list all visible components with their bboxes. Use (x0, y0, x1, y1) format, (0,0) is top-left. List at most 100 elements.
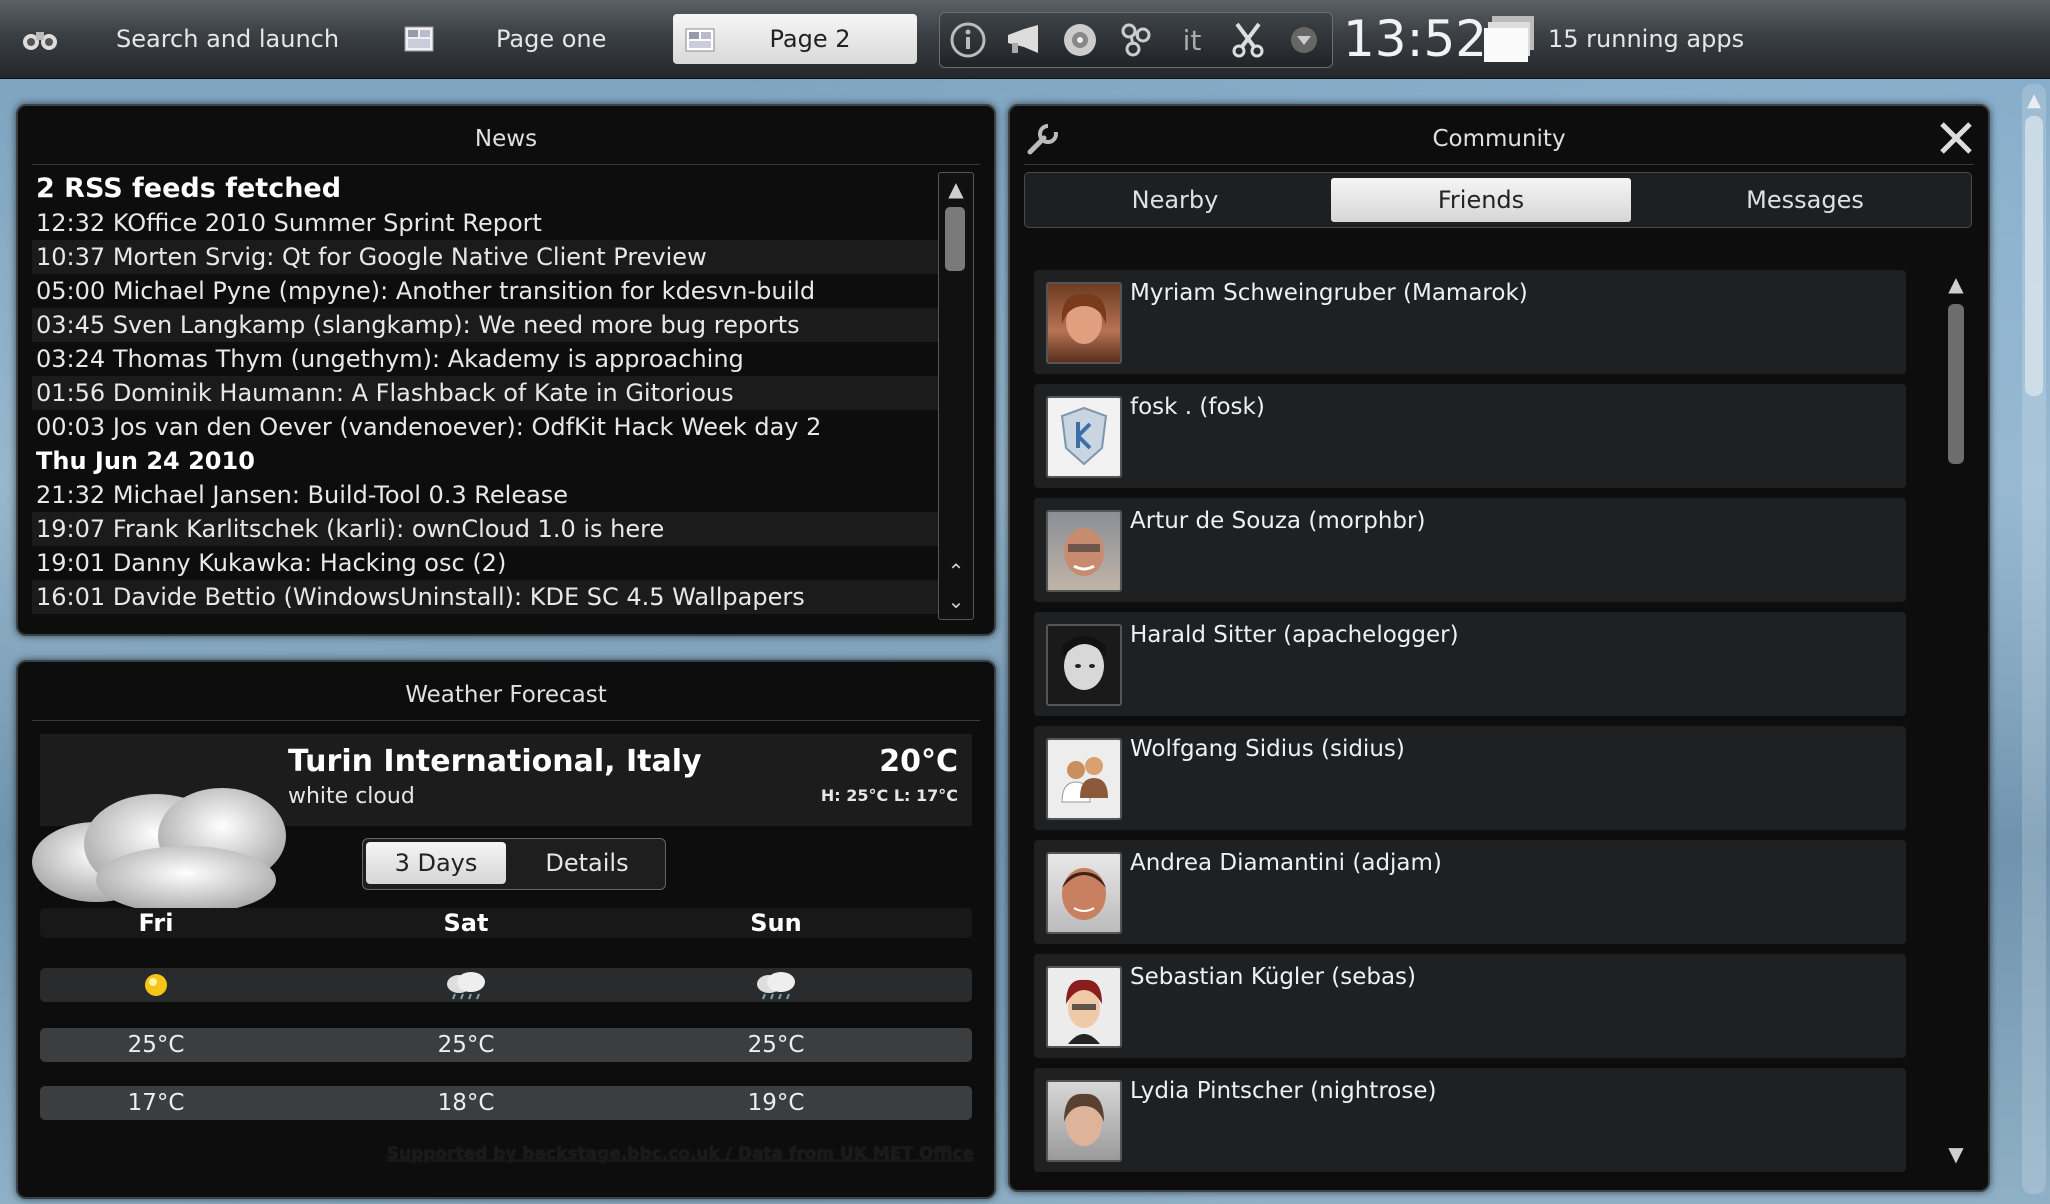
forecast-high: 25°C (437, 1032, 495, 1058)
scroll-up-icon[interactable]: ▲ (941, 175, 971, 203)
network-icon[interactable] (1060, 20, 1100, 60)
page-2-label: Page 2 (769, 25, 851, 53)
news-item[interactable]: 01:56 Dominik Haumann: A Flashback of Ka… (32, 376, 952, 410)
forecast-high: 25°C (747, 1032, 805, 1058)
avatar (1046, 738, 1122, 820)
news-widget: News 2 RSS feeds fetched 12:32 KOffice 2… (16, 104, 996, 636)
news-item[interactable]: 03:45 Sven Langkamp (slangkamp): We need… (32, 308, 952, 342)
friend-name: Harald Sitter (apachelogger) (1130, 622, 1459, 648)
weather-widget: Weather Forecast Turin International, It… (16, 660, 996, 1199)
forecast-low: 18°C (437, 1090, 495, 1116)
tab-nearby[interactable]: Nearby (1025, 173, 1325, 227)
kde-shield-icon (1060, 406, 1108, 466)
scroll-thumb[interactable] (1948, 304, 1964, 464)
news-title: News (474, 126, 538, 152)
tab-details[interactable]: Details (513, 842, 661, 884)
news-scrollbar[interactable]: ▲ ⌃ ⌄ (938, 172, 974, 620)
news-item[interactable]: 16:01 Davide Bettio (WindowsUninstall): … (32, 580, 952, 614)
friends-scrollbar[interactable]: ▲ ▼ (1940, 270, 1972, 1170)
friend-name: Myriam Schweingruber (Mamarok) (1130, 280, 1528, 306)
news-item[interactable]: 05:00 Michael Pyne (mpyne): Another tran… (32, 274, 952, 308)
sun-icon (56, 970, 256, 1004)
friend-item[interactable]: Harald Sitter (apachelogger) (1034, 612, 1906, 716)
scroll-down-icon[interactable]: ⌄ (941, 587, 971, 615)
avatar (1046, 282, 1122, 364)
running-apps-label[interactable]: 15 running apps (1548, 0, 1744, 78)
friend-name: Lydia Pintscher (nightrose) (1130, 1078, 1437, 1104)
friend-item[interactable]: Myriam Schweingruber (Mamarok) (1034, 270, 1906, 374)
weather-location: Turin International, Italy (288, 744, 702, 779)
page-one-button[interactable]: Page one (496, 0, 606, 78)
avatar (1046, 624, 1122, 706)
cut-icon[interactable] (1228, 20, 1268, 60)
avatar (1046, 510, 1122, 592)
scroll-up-icon[interactable]: ▲ (2024, 90, 2044, 111)
forecast-high: 25°C (127, 1032, 185, 1058)
avatar (1046, 396, 1122, 478)
forecast-low: 17°C (127, 1090, 185, 1116)
people-icon (1061, 757, 1108, 803)
news-item[interactable]: 03:24 Thomas Thym (ungethym): Akademy is… (32, 342, 952, 376)
digital-clock[interactable]: 13:52 (1343, 0, 1487, 78)
news-item[interactable]: 10:37 Morten Srvig: Qt for Google Native… (32, 240, 952, 274)
friend-name: Sebastian Kügler (sebas) (1130, 964, 1416, 990)
forecast-day-row: Fri Sat Sun (40, 908, 972, 938)
close-icon[interactable] (1938, 120, 1974, 156)
scroll-up-icon[interactable]: ⌃ (941, 557, 971, 585)
scroll-thumb[interactable] (2025, 116, 2043, 396)
news-date-header: Thu Jun 24 2010 (36, 447, 255, 475)
news-item[interactable]: 00:03 Jos van den Oever (vandenoever): O… (32, 410, 952, 444)
connection-icon[interactable] (1116, 20, 1156, 60)
scroll-thumb[interactable] (945, 207, 965, 271)
friend-item[interactable]: Andrea Diamantini (adjam) (1034, 840, 1906, 944)
forecast-low: 19°C (747, 1090, 805, 1116)
community-tabs: Nearby Friends Messages (1024, 172, 1972, 228)
window-stack-icon[interactable] (1484, 14, 1536, 64)
binoculars-icon[interactable] (22, 0, 58, 78)
avatar (1046, 966, 1122, 1048)
high-low-temperature: H: 25°C L: 17°C (820, 786, 958, 805)
avatar (1046, 1080, 1122, 1162)
megaphone-icon[interactable] (1004, 20, 1044, 60)
community-title: Community (1432, 126, 1566, 152)
news-item[interactable]: 19:07 Frank Karlitschek (karli): ownClou… (32, 512, 952, 546)
friend-item[interactable]: Lydia Pintscher (nightrose) (1034, 1068, 1906, 1172)
friend-name: fosk . (fosk) (1130, 394, 1265, 420)
forecast-view-switch: 3 Days Details (362, 838, 666, 890)
friends-list: Myriam Schweingruber (Mamarok) fosk . (f… (1034, 270, 1906, 1182)
desktop-scrollbar[interactable]: ▲ (2022, 84, 2046, 1194)
tab-friends[interactable]: Friends (1331, 178, 1631, 222)
forecast-day: Sat (443, 909, 489, 937)
weather-credit-link[interactable]: Supported by backstage.bbc.co.uk / Data … (387, 1144, 974, 1164)
friend-item[interactable]: Wolfgang Sidius (sidius) (1034, 726, 1906, 830)
tab-messages[interactable]: Messages (1645, 173, 1965, 227)
friend-name: Andrea Diamantini (adjam) (1130, 850, 1442, 876)
system-tray: it (939, 12, 1333, 68)
community-widget: Community Nearby Friends Messages Myriam… (1008, 104, 1990, 1192)
news-item[interactable]: 12:32 KOffice 2010 Summer Sprint Report (32, 206, 952, 240)
chevron-down-icon[interactable] (1284, 20, 1324, 60)
friend-item[interactable]: Sebastian Kügler (sebas) (1034, 954, 1906, 1058)
it-icon[interactable]: it (1172, 20, 1212, 60)
news-item[interactable]: 19:01 Danny Kukawka: Hacking osc (2) (32, 546, 952, 580)
tab-3-days[interactable]: 3 Days (366, 842, 506, 884)
friend-name: Wolfgang Sidius (sidius) (1130, 736, 1405, 762)
weather-condition: white cloud (288, 784, 415, 809)
info-icon[interactable] (948, 20, 988, 60)
friend-name: Artur de Souza (morphbr) (1130, 508, 1426, 534)
scroll-down-icon[interactable]: ▼ (1941, 1140, 1971, 1168)
friend-item[interactable]: Artur de Souza (morphbr) (1034, 498, 1906, 602)
forecast-day: Sun (750, 909, 802, 937)
forecast-icon-row (40, 968, 972, 1002)
avatar (1046, 852, 1122, 934)
search-and-launch-button[interactable]: Search and launch (116, 0, 339, 78)
forecast-low-row: 17°C 18°C 19°C (40, 1086, 972, 1120)
friend-item[interactable]: fosk . (fosk) (1034, 384, 1906, 488)
page-2-button[interactable]: Page 2 (673, 14, 917, 64)
current-temperature: 20°C (879, 744, 958, 779)
news-feed-header: 2 RSS feeds fetched (36, 173, 342, 204)
forecast-high-row: 25°C 25°C 25°C (40, 1028, 972, 1062)
cloud-icon (32, 788, 286, 914)
scroll-up-icon[interactable]: ▲ (1941, 270, 1971, 298)
news-item[interactable]: 21:32 Michael Jansen: Build-Tool 0.3 Rel… (32, 478, 952, 512)
